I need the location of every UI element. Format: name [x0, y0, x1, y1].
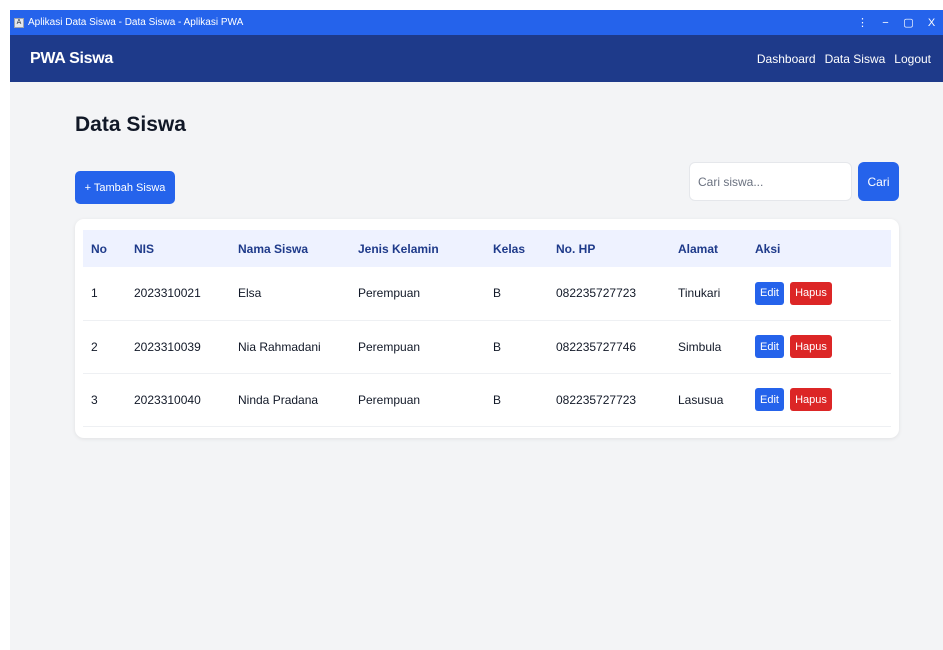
header-name: Nama Siswa — [238, 241, 309, 256]
cell-actions: Edit Hapus — [747, 373, 891, 427]
brand[interactable]: PWA Siswa — [30, 50, 113, 68]
table-row: 2 2023310039 Nia Rahmadani Perempuan B 0… — [83, 320, 891, 374]
row-actions: Edit Hapus — [755, 388, 883, 411]
row-actions: Edit Hapus — [755, 335, 883, 358]
nav-logout[interactable]: Logout — [894, 52, 931, 66]
cell-phone: 082235727723 — [548, 373, 670, 427]
navbar: PWA Siswa Dashboard Data Siswa Logout — [10, 35, 943, 82]
more-menu-icon[interactable]: ⋮ — [851, 10, 874, 35]
edit-button[interactable]: Edit — [755, 281, 784, 305]
table-row: 3 2023310040 Ninda Pradana Perempuan B 0… — [83, 373, 891, 427]
row-actions: Edit Hapus — [755, 281, 883, 305]
cell-name: Ninda Pradana — [230, 373, 350, 427]
header-actions: Aksi — [755, 241, 781, 256]
delete-button[interactable]: Hapus — [790, 281, 832, 305]
cell-class: B — [485, 320, 548, 374]
header-no: No — [91, 241, 107, 256]
delete-button[interactable]: Hapus — [790, 335, 832, 358]
window-titlebar: A Aplikasi Data Siswa - Data Siswa - Apl… — [10, 10, 943, 35]
app-window: A Aplikasi Data Siswa - Data Siswa - Apl… — [10, 10, 943, 650]
cell-no: 1 — [83, 267, 126, 321]
student-table: No NIS Nama Siswa Jenis Kelamin Kelas No… — [83, 230, 891, 427]
cell-actions: Edit Hapus — [747, 267, 891, 321]
nav-links: Dashboard Data Siswa Logout — [748, 52, 931, 66]
cell-actions: Edit Hapus — [747, 320, 891, 374]
cell-phone: 082235727746 — [548, 320, 670, 374]
edit-button[interactable]: Edit — [755, 388, 784, 411]
cell-address: Simbula — [670, 320, 747, 374]
cell-address: Tinukari — [670, 267, 747, 321]
nav-data-siswa[interactable]: Data Siswa — [825, 52, 886, 66]
header-gender: Jenis Kelamin — [358, 241, 439, 256]
main-content: Data Siswa + Tambah Siswa Cari No NIS Na… — [10, 113, 943, 438]
edit-button[interactable]: Edit — [755, 335, 784, 358]
cell-class: B — [485, 373, 548, 427]
header-nis: NIS — [134, 241, 155, 256]
search-bar: Cari — [689, 162, 899, 201]
header-phone: No. HP — [556, 241, 596, 256]
close-icon[interactable]: X — [920, 10, 943, 35]
cell-nis: 2023310021 — [126, 267, 230, 321]
restore-icon[interactable]: ▢ — [897, 10, 920, 35]
delete-button[interactable]: Hapus — [790, 388, 832, 411]
cell-name: Nia Rahmadani — [230, 320, 350, 374]
table-header-row: No NIS Nama Siswa Jenis Kelamin Kelas No… — [83, 230, 891, 267]
window-controls: ⋮ − ▢ X — [851, 10, 943, 35]
nav-dashboard[interactable]: Dashboard — [757, 52, 816, 66]
header-class: Kelas — [493, 241, 526, 256]
cell-nis: 2023310039 — [126, 320, 230, 374]
app-icon: A — [14, 17, 24, 28]
cell-no: 3 — [83, 373, 126, 427]
cell-gender: Perempuan — [350, 320, 485, 374]
toolbar: + Tambah Siswa Cari — [75, 162, 899, 204]
search-input[interactable] — [689, 162, 852, 201]
cell-name: Elsa — [230, 267, 350, 321]
page-title: Data Siswa — [75, 113, 186, 136]
window-title: Aplikasi Data Siswa - Data Siswa - Aplik… — [28, 17, 244, 28]
cell-address: Lasusua — [670, 373, 747, 427]
cell-no: 2 — [83, 320, 126, 374]
header-address: Alamat — [678, 241, 719, 256]
add-student-button[interactable]: + Tambah Siswa — [75, 171, 175, 204]
minimize-icon[interactable]: − — [874, 10, 897, 35]
cell-gender: Perempuan — [350, 267, 485, 321]
cell-class: B — [485, 267, 548, 321]
cell-phone: 082235727723 — [548, 267, 670, 321]
search-button[interactable]: Cari — [858, 162, 899, 201]
student-table-card: No NIS Nama Siswa Jenis Kelamin Kelas No… — [75, 219, 899, 438]
table-row: 1 2023310021 Elsa Perempuan B 0822357277… — [83, 267, 891, 321]
cell-nis: 2023310040 — [126, 373, 230, 427]
cell-gender: Perempuan — [350, 373, 485, 427]
